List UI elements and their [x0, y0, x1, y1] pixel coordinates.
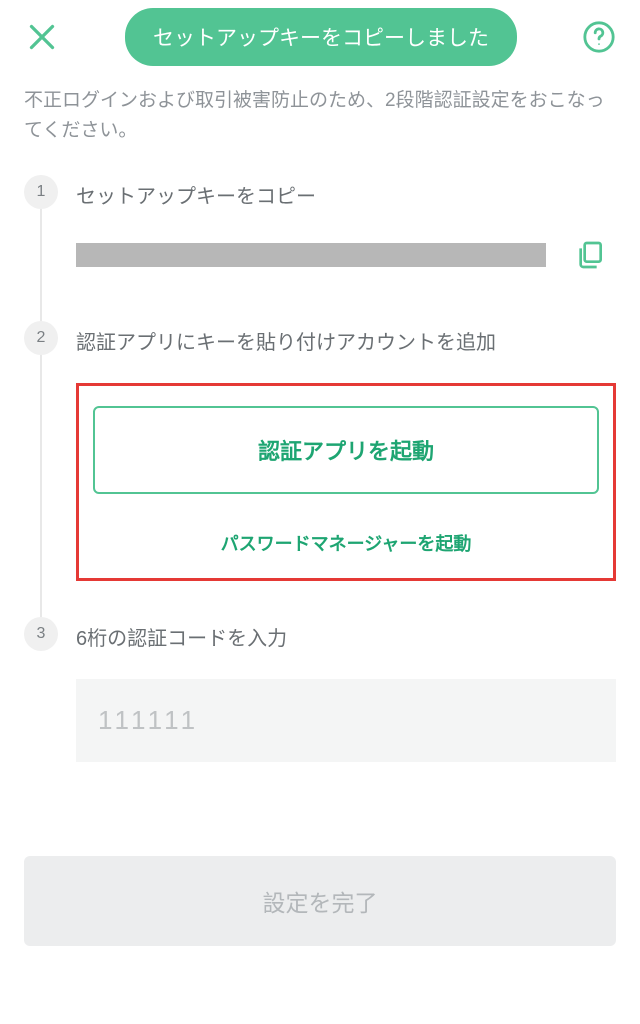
- step-content: セットアップキーをコピー: [76, 175, 616, 321]
- step-content: 認証アプリにキーを貼り付けアカウントを追加 認証アプリを起動 パスワードマネージ…: [76, 321, 616, 617]
- step-title: 認証アプリにキーを貼り付けアカウントを追加: [76, 321, 616, 355]
- toast-message: セットアップキーをコピーしました: [125, 8, 517, 66]
- complete-setup-button[interactable]: 設定を完了: [24, 856, 616, 946]
- description-text: 不正ログインおよび取引被害防止のため、2段階認証設定をおこなってください。: [0, 66, 640, 175]
- submit-area: 設定を完了: [0, 856, 640, 946]
- step-2: 2 認証アプリにキーを貼り付けアカウントを追加 認証アプリを起動 パスワードマネ…: [24, 321, 616, 617]
- header: セットアップキーをコピーしました: [0, 0, 640, 66]
- step-3: 3 6桁の認証コードを入力: [24, 617, 616, 798]
- step-connector: [40, 355, 42, 617]
- help-icon[interactable]: [582, 20, 616, 54]
- step-number: 2: [24, 321, 58, 355]
- copy-icon[interactable]: [572, 237, 608, 273]
- verification-code-input[interactable]: [76, 679, 616, 762]
- launch-authenticator-button[interactable]: 認証アプリを起動: [93, 406, 599, 494]
- step-1: 1 セットアップキーをコピー: [24, 175, 616, 321]
- highlight-box: 認証アプリを起動 パスワードマネージャーを起動: [76, 383, 616, 581]
- step-content: 6桁の認証コードを入力: [76, 617, 616, 798]
- step-connector: [40, 209, 42, 321]
- toast-container: セットアップキーをコピーしました: [72, 8, 570, 66]
- step-number: 3: [24, 617, 58, 651]
- step-title: 6桁の認証コードを入力: [76, 617, 616, 651]
- close-icon[interactable]: [24, 19, 60, 55]
- setup-key-masked: [76, 243, 546, 267]
- steps-list: 1 セットアップキーをコピー 2 認証アプリにキーを貼り付けアカウントを追加: [0, 175, 640, 798]
- step-number: 1: [24, 175, 58, 209]
- step-marker: 1: [24, 175, 58, 321]
- step-marker: 3: [24, 617, 58, 798]
- launch-password-manager-link[interactable]: パスワードマネージャーを起動: [93, 530, 599, 556]
- step-marker: 2: [24, 321, 58, 617]
- setup-key-row: [76, 237, 616, 273]
- step-title: セットアップキーをコピー: [76, 175, 616, 209]
